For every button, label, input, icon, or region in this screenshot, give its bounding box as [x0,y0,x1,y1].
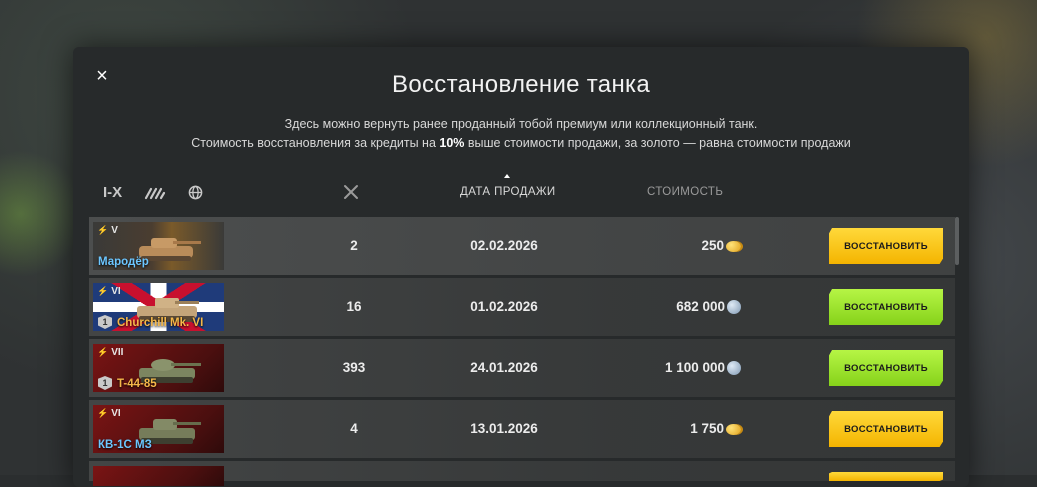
cost-value: 682 000 [676,299,725,314]
tank-name: КВ-1С МЗ [98,439,152,451]
cost-value: 1 100 000 [664,360,725,375]
tier-label: ⚡ VII [97,347,124,358]
table-row: ⚡ VI 1 Churchill Mk. VI 16 01.02.2026 682… [89,278,955,336]
battles-count: 393 [342,360,366,375]
sale-date: 24.01.2026 [470,360,538,375]
table-row: ⚡ VI КВ-1С МЗ 4 13.01.2026 1 750 ВОССТАНО… [89,400,955,458]
restore-cost: 1 100 000 [601,339,741,397]
tank-name: T-44-85 [117,378,157,390]
tank-list: ⚡ V Мародёр 2 02.02.2026 250 ВОССТАНОВИТЬ… [89,217,955,486]
percent-highlight: 10% [439,136,465,150]
restore-button[interactable]: ВОССТАНОВИТЬ [829,411,943,447]
tier-filter[interactable]: I-X [103,184,122,201]
tier-value: VI [111,408,121,419]
tier-value: VII [111,347,124,358]
description-line-2: Стоимость восстановления за кредиты на 1… [73,134,969,153]
description-text: выше стоимости продажи, за золото — равн… [464,136,851,150]
gold-coin-icon [726,423,741,435]
sale-date: 01.02.2026 [470,299,538,314]
tier-value: VI [111,286,121,297]
tank-name: Мародёр [98,256,149,268]
mastery-badge-icon: 1 [98,376,112,390]
dialog-description: Здесь можно вернуть ранее проданный тобо… [73,115,969,153]
tier-value: V [111,225,118,236]
tier-label: ⚡ VI [97,286,121,297]
tank-type-filter-icon[interactable] [144,186,166,200]
restore-cost: 250 [601,217,741,275]
battles-count: 2 [350,238,358,253]
column-header-cost[interactable]: СТОИМОСТЬ [647,186,723,198]
restore-tank-dialog: × Восстановление танка Здесь можно верну… [73,47,969,487]
silver-credits-icon [727,300,741,314]
filter-bar: I-X [103,184,203,201]
cost-value: 1 750 [690,421,724,436]
description-line-1: Здесь можно вернуть ранее проданный тобо… [284,117,758,131]
dialog-title: Восстановление танка [392,71,650,98]
restore-button[interactable]: ВОССТАНОВИТЬ [829,289,943,325]
tank-thumbnail: ⚡ VII 1 T-44-85 [93,344,224,392]
gold-coin-icon [726,240,741,252]
description-text: Стоимость восстановления за кредиты на [191,136,440,150]
tank-thumbnail [93,466,224,486]
scrollbar[interactable] [955,217,959,265]
sale-date: 13.01.2026 [470,421,538,436]
tier-label: ⚡ V [97,225,118,236]
battles-count: 4 [350,421,358,436]
tank-thumbnail: ⚡ VI 1 Churchill Mk. VI [93,283,224,331]
column-header-sale-date[interactable]: ДАТА ПРОДАЖИ [460,186,556,198]
battles-column-crossed-swords-icon[interactable] [343,184,359,205]
restore-cost: 682 000 [601,278,741,336]
restore-button[interactable]: ВОССТАНОВИТЬ [829,228,943,264]
tank-thumbnail: ⚡ V Мародёр [93,222,224,270]
table-row: ⚡ VII 1 T-44-85 393 24.01.2026 1 100 000 … [89,339,955,397]
restore-cost: 1 750 [601,400,741,458]
mastery-badge-icon: 1 [98,315,112,329]
tank-thumbnail: ⚡ VI КВ-1С МЗ [93,405,224,453]
battles-count: 16 [346,299,362,314]
tank-name: Churchill Mk. VI [117,317,204,329]
restore-button[interactable]: ВОССТАНОВИТЬ [829,350,943,386]
sale-date: 02.02.2026 [470,238,538,253]
silver-credits-icon [727,361,741,375]
nation-filter-globe-icon[interactable] [188,185,203,200]
cost-value: 250 [701,238,724,253]
table-row: ⚡ V Мародёр 2 02.02.2026 250 ВОССТАНОВИТЬ [89,217,955,275]
restore-button[interactable] [829,472,943,481]
table-row [89,461,955,486]
tier-label: ⚡ VI [97,408,121,419]
sort-ascending-icon [504,174,510,178]
